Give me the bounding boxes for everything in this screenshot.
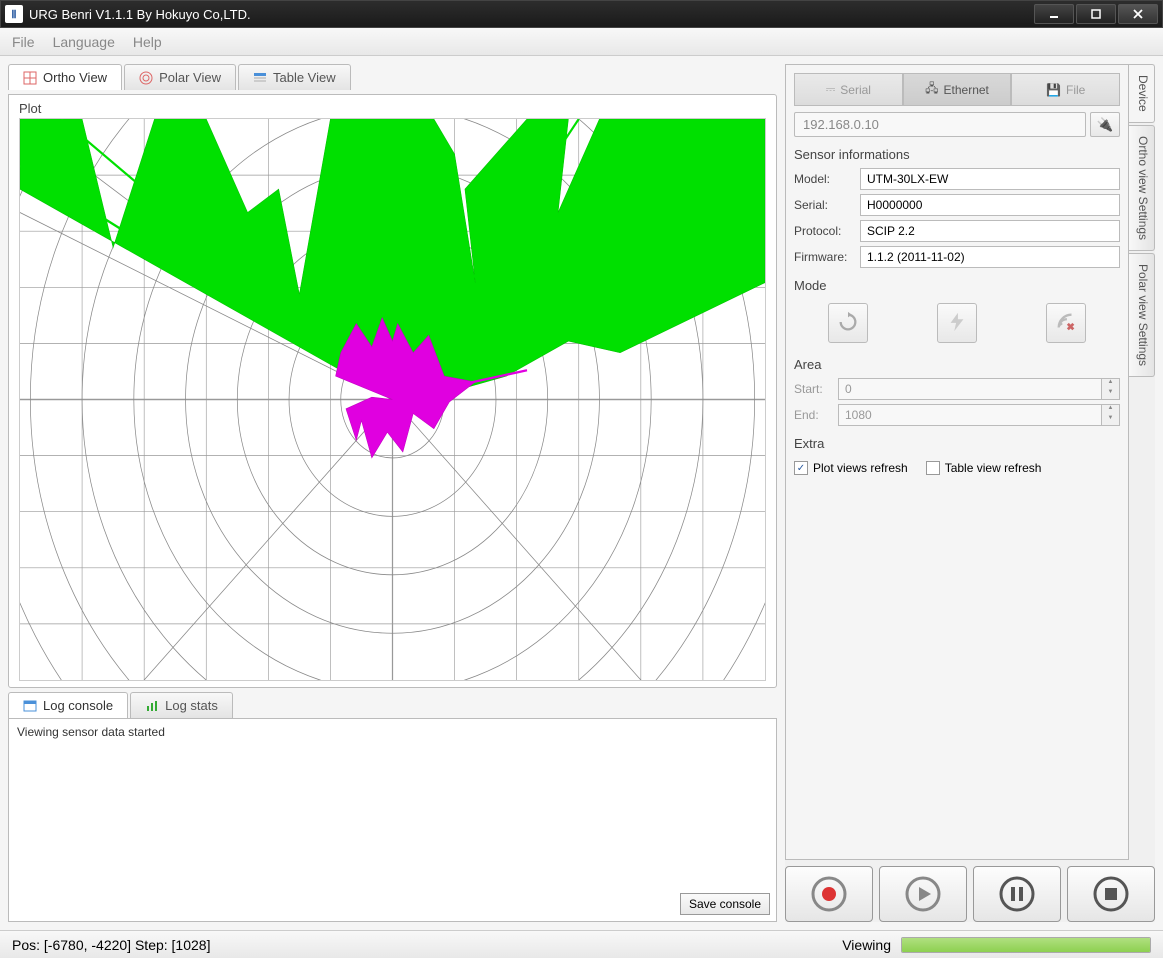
extra-title: Extra bbox=[794, 436, 1120, 451]
content-area: Ortho View Polar View Table View Plot bbox=[0, 56, 1163, 930]
serial-icon: ⎓ bbox=[826, 82, 836, 97]
refresh-icon bbox=[837, 311, 859, 336]
connect-button[interactable]: 🔌 bbox=[1090, 112, 1120, 137]
tab-ethernet[interactable]: 🖧Ethernet bbox=[903, 73, 1012, 106]
ortho-icon bbox=[23, 71, 37, 85]
menu-help[interactable]: Help bbox=[133, 34, 162, 50]
firmware-label: Firmware: bbox=[794, 250, 860, 264]
tab-file[interactable]: 💾File bbox=[1011, 73, 1120, 106]
stop-button[interactable] bbox=[1067, 866, 1155, 922]
log-text: Viewing sensor data started bbox=[17, 725, 768, 739]
plot-title: Plot bbox=[19, 101, 766, 116]
plot-canvas[interactable] bbox=[19, 118, 766, 681]
plot-panel: Plot bbox=[8, 94, 777, 688]
area-start-input[interactable] bbox=[838, 378, 1102, 400]
tab-log-console[interactable]: Log console bbox=[8, 692, 128, 718]
serial-value bbox=[860, 194, 1120, 216]
playback-controls bbox=[785, 860, 1155, 922]
checkbox-icon bbox=[926, 461, 940, 475]
ethernet-icon: 🖧 bbox=[925, 79, 938, 100]
stats-icon bbox=[145, 699, 159, 713]
vtab-ortho-settings[interactable]: Ortho view Settings bbox=[1129, 125, 1155, 251]
log-section: Log console Log stats Viewing sensor dat… bbox=[8, 692, 777, 922]
plug-icon: 🔌 bbox=[1097, 117, 1114, 133]
record-button[interactable] bbox=[785, 866, 873, 922]
pause-button[interactable] bbox=[973, 866, 1061, 922]
mode-refresh-button[interactable] bbox=[828, 303, 868, 343]
progress-bar bbox=[901, 937, 1151, 953]
mode-title: Mode bbox=[794, 278, 1120, 293]
right-column: ⎓Serial 🖧Ethernet 💾File 🔌 Sensor informa… bbox=[785, 64, 1155, 922]
window-controls bbox=[1034, 4, 1158, 24]
protocol-label: Protocol: bbox=[794, 224, 860, 238]
statusbar: Pos: [-6780, -4220] Step: [1028] Viewing bbox=[0, 930, 1163, 958]
serial-label: Serial: bbox=[794, 198, 860, 212]
save-console-button[interactable]: Save console bbox=[680, 893, 770, 915]
tab-table-view[interactable]: Table View bbox=[238, 64, 351, 90]
model-label: Model: bbox=[794, 172, 860, 186]
extra-group: Extra ✓Plot views refresh Table view ref… bbox=[794, 436, 1120, 479]
console-icon bbox=[23, 699, 37, 713]
mode-stream-button[interactable] bbox=[1046, 303, 1086, 343]
protocol-value bbox=[860, 220, 1120, 242]
checkbox-icon: ✓ bbox=[794, 461, 808, 475]
log-tabs: Log console Log stats bbox=[8, 692, 777, 718]
app-window: Ⅱ URG Benri V1.1.1 By Hokuyo Co,LTD. Fil… bbox=[0, 0, 1163, 958]
tab-log-stats[interactable]: Log stats bbox=[130, 692, 233, 718]
ip-row: 🔌 bbox=[794, 112, 1120, 137]
status-viewing: Viewing bbox=[842, 937, 891, 953]
window-title: URG Benri V1.1.1 By Hokuyo Co,LTD. bbox=[29, 7, 1034, 22]
vtab-polar-settings[interactable]: Polar view Settings bbox=[1129, 253, 1155, 377]
ip-address-input[interactable] bbox=[794, 112, 1086, 137]
maximize-button[interactable] bbox=[1076, 4, 1116, 24]
side-area: ⎓Serial 🖧Ethernet 💾File 🔌 Sensor informa… bbox=[785, 64, 1155, 860]
area-end-label: End: bbox=[794, 408, 838, 422]
firmware-value bbox=[860, 246, 1120, 268]
sensor-info-title: Sensor informations bbox=[794, 147, 1120, 162]
area-end-input[interactable] bbox=[838, 404, 1102, 426]
area-group: Area Start: ▲▼ End: ▲▼ bbox=[794, 357, 1120, 426]
log-console-panel: Viewing sensor data started Save console bbox=[8, 718, 777, 922]
end-spinner[interactable]: ▲▼ bbox=[1102, 404, 1120, 426]
polar-icon bbox=[139, 71, 153, 85]
mode-flash-button[interactable] bbox=[937, 303, 977, 343]
device-panel: ⎓Serial 🖧Ethernet 💾File 🔌 Sensor informa… bbox=[785, 64, 1129, 860]
area-title: Area bbox=[794, 357, 1120, 372]
menubar: File Language Help bbox=[0, 28, 1163, 56]
tab-serial[interactable]: ⎓Serial bbox=[794, 73, 903, 106]
model-value bbox=[860, 168, 1120, 190]
view-tabs: Ortho View Polar View Table View bbox=[8, 64, 777, 90]
table-icon bbox=[253, 71, 267, 85]
area-start-label: Start: bbox=[794, 382, 838, 396]
status-position: Pos: [-6780, -4220] Step: [1028] bbox=[12, 937, 842, 953]
start-spinner[interactable]: ▲▼ bbox=[1102, 378, 1120, 400]
flash-icon bbox=[946, 311, 968, 336]
side-vertical-tabs: Device Ortho view Settings Polar view Se… bbox=[1129, 64, 1155, 860]
tab-ortho-view[interactable]: Ortho View bbox=[8, 64, 122, 90]
mode-group: Mode bbox=[794, 278, 1120, 347]
table-refresh-check[interactable]: Table view refresh bbox=[926, 461, 1042, 475]
stream-icon bbox=[1055, 311, 1077, 336]
file-icon: 💾 bbox=[1046, 83, 1061, 97]
vtab-device[interactable]: Device bbox=[1129, 64, 1155, 123]
app-icon: Ⅱ bbox=[5, 5, 23, 23]
play-button[interactable] bbox=[879, 866, 967, 922]
sensor-info-group: Sensor informations Model: Serial: Proto… bbox=[794, 147, 1120, 268]
menu-file[interactable]: File bbox=[12, 34, 35, 50]
tab-polar-view[interactable]: Polar View bbox=[124, 64, 236, 90]
titlebar: Ⅱ URG Benri V1.1.1 By Hokuyo Co,LTD. bbox=[0, 0, 1163, 28]
connection-tabs: ⎓Serial 🖧Ethernet 💾File bbox=[794, 73, 1120, 106]
plot-refresh-check[interactable]: ✓Plot views refresh bbox=[794, 461, 908, 475]
close-button[interactable] bbox=[1118, 4, 1158, 24]
menu-language[interactable]: Language bbox=[53, 34, 115, 50]
left-column: Ortho View Polar View Table View Plot bbox=[8, 64, 777, 922]
minimize-button[interactable] bbox=[1034, 4, 1074, 24]
